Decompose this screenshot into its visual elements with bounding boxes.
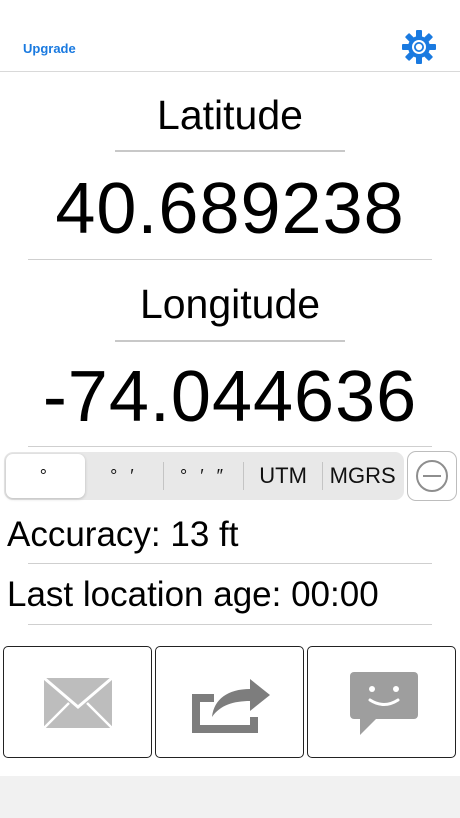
format-option-degrees-minutes-seconds[interactable]: ° ′ ″ [164,454,243,498]
format-option-mgrs[interactable]: MGRS [323,454,402,498]
longitude-label: Longitude [139,281,321,327]
coordinate-format-selector: ° ° ′ ° ′ ″ UTM MGRS [4,452,404,500]
mail-icon [43,676,113,729]
format-option-degrees-minutes[interactable]: ° ′ [85,454,164,498]
accuracy-divider [28,563,432,564]
longitude-label-divider [115,340,345,342]
age-divider [28,624,432,625]
top-bar: Upgrade [0,0,460,72]
accuracy-text: Accuracy: 13 ft [7,515,239,554]
longitude-divider [28,446,432,447]
email-button[interactable] [3,646,152,758]
last-location-age-text: Last location age: 00:00 [7,575,379,614]
collapse-button[interactable] [407,451,457,501]
latitude-label-divider [115,150,345,152]
share-button[interactable] [155,646,304,758]
latitude-label: Latitude [157,92,303,138]
share-actions [3,646,458,760]
gear-icon[interactable] [400,28,438,66]
minus-circle-icon [416,460,448,492]
format-option-utm[interactable]: UTM [244,454,323,498]
latitude-divider [28,259,432,260]
message-icon [350,672,418,735]
latitude-value: 40.689238 [55,169,405,249]
share-icon [192,679,270,733]
longitude-value: -74.044636 [42,357,418,437]
upgrade-button[interactable]: Upgrade [23,41,76,56]
bottom-area [0,776,460,818]
message-button[interactable] [307,646,456,758]
format-option-degrees[interactable]: ° [6,454,85,498]
